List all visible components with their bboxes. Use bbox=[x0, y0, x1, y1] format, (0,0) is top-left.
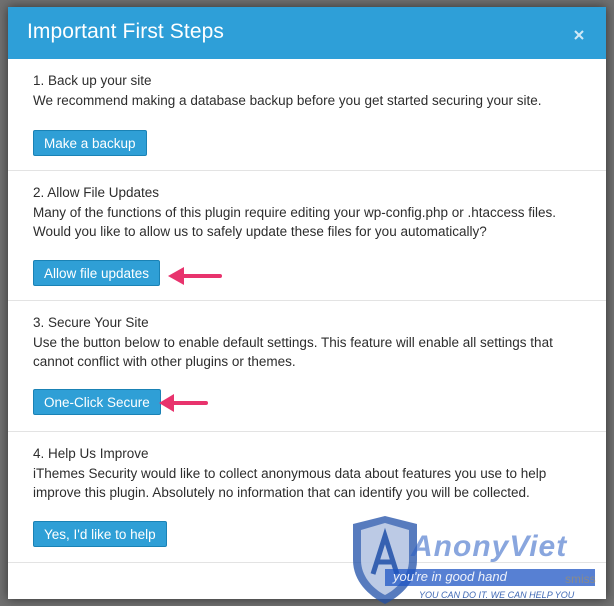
help-improve-button[interactable]: Yes, I'd like to help bbox=[33, 521, 167, 547]
section-description: Use the button below to enable default s… bbox=[33, 335, 553, 369]
first-steps-modal: Important First Steps 1. Back up your si… bbox=[8, 7, 606, 599]
section-description: iThemes Security would like to collect a… bbox=[33, 466, 547, 500]
close-icon[interactable] bbox=[572, 28, 586, 42]
modal-header: Important First Steps bbox=[8, 7, 606, 59]
pointer-arrow-icon bbox=[168, 267, 222, 285]
section-description: Many of the functions of this plugin req… bbox=[33, 205, 557, 239]
watermark-slogan: YOU CAN DO IT. WE CAN HELP YOU bbox=[419, 590, 575, 600]
allow-file-updates-button[interactable]: Allow file updates bbox=[33, 260, 161, 286]
section-title: 3. Secure Your Site bbox=[33, 315, 149, 330]
section-file-updates: 2. Allow File Updates Many of the functi… bbox=[8, 171, 606, 301]
section-title: 2. Allow File Updates bbox=[33, 185, 160, 200]
section-backup: 1. Back up your site We recommend making… bbox=[8, 59, 606, 171]
one-click-secure-button[interactable]: One-Click Secure bbox=[33, 389, 161, 415]
make-backup-button[interactable]: Make a backup bbox=[33, 130, 147, 156]
section-secure-site: 3. Secure Your Site Use the button below… bbox=[8, 301, 606, 432]
watermark-brand: AnonyViet bbox=[411, 530, 568, 563]
modal-title: Important First Steps bbox=[27, 20, 224, 43]
section-title: 1. Back up your site bbox=[33, 73, 152, 88]
dismiss-link[interactable]: smiss bbox=[565, 572, 596, 586]
section-description: We recommend making a database backup be… bbox=[33, 93, 542, 108]
watermark-tagline: you're in good hand bbox=[393, 569, 507, 584]
pointer-arrow-icon bbox=[159, 394, 208, 412]
anonyviet-watermark: AnonyViet you're in good hand YOU CAN DO… bbox=[345, 514, 614, 606]
section-title: 4. Help Us Improve bbox=[33, 446, 149, 461]
